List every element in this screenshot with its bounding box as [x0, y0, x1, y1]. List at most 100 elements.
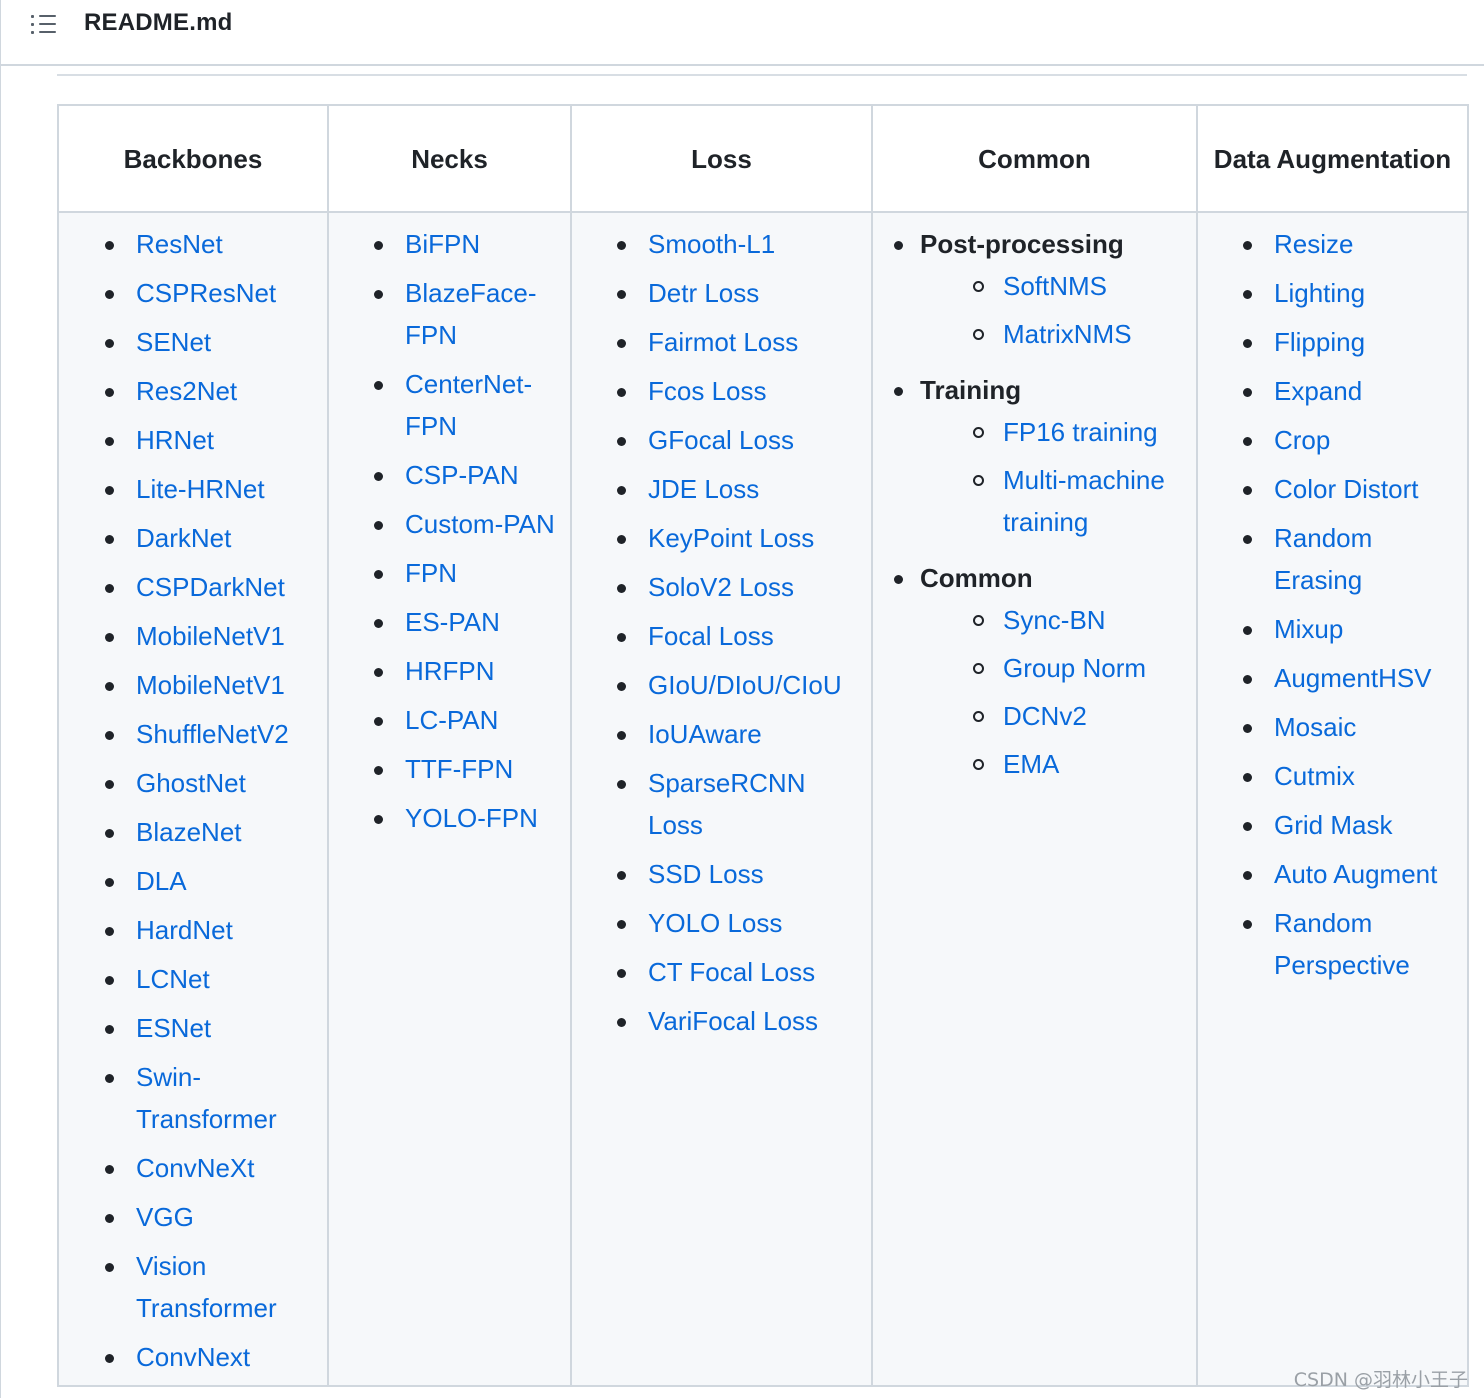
- list-item: SparseRCNN Loss: [572, 762, 871, 846]
- item-link[interactable]: SparseRCNN Loss: [648, 768, 806, 840]
- list-item: Smooth-L1: [572, 223, 871, 265]
- list-item: YOLO Loss: [572, 902, 871, 944]
- item-link[interactable]: Smooth-L1: [648, 229, 775, 259]
- list-item: GIoU/DIoU/CIoU: [572, 664, 871, 706]
- item-link[interactable]: BlazeFace-FPN: [405, 278, 537, 350]
- item-link[interactable]: Custom-PAN: [405, 509, 555, 539]
- item-link[interactable]: Mixup: [1274, 614, 1343, 644]
- item-link[interactable]: CT Focal Loss: [648, 957, 815, 987]
- item-link[interactable]: IoUAware: [648, 719, 762, 749]
- item-link[interactable]: CSPResNet: [136, 278, 276, 308]
- list-item: HardNet: [59, 909, 327, 951]
- item-link[interactable]: DCNv2: [1003, 701, 1087, 731]
- item-link[interactable]: Color Distort: [1274, 474, 1418, 504]
- item-link[interactable]: SoloV2 Loss: [648, 572, 794, 602]
- item-link[interactable]: KeyPoint Loss: [648, 523, 814, 553]
- item-link[interactable]: LCNet: [136, 964, 210, 994]
- item-link[interactable]: ESNet: [136, 1013, 211, 1043]
- item-link[interactable]: DLA: [136, 866, 187, 896]
- list-item: Lighting: [1198, 272, 1467, 314]
- list-item: MobileNetV1: [59, 615, 327, 657]
- list-item: Focal Loss: [572, 615, 871, 657]
- item-link[interactable]: SoftNMS: [1003, 271, 1107, 301]
- item-link[interactable]: GhostNet: [136, 768, 246, 798]
- sub-list: SoftNMS MatrixNMS: [920, 265, 1196, 355]
- item-link[interactable]: MobileNetV1: [136, 670, 285, 700]
- list-item: Expand: [1198, 370, 1467, 412]
- item-link[interactable]: ResNet: [136, 229, 223, 259]
- item-link[interactable]: GFocal Loss: [648, 425, 794, 455]
- item-link[interactable]: HardNet: [136, 915, 233, 945]
- item-link[interactable]: HRFPN: [405, 656, 495, 686]
- item-link[interactable]: Fairmot Loss: [648, 327, 798, 357]
- item-link[interactable]: FP16 training: [1003, 417, 1158, 447]
- list-item: VGG: [59, 1196, 327, 1238]
- item-link[interactable]: FPN: [405, 558, 457, 588]
- list-item: VariFocal Loss: [572, 1000, 871, 1042]
- item-link[interactable]: DarkNet: [136, 523, 231, 553]
- item-link[interactable]: Auto Augment: [1274, 859, 1437, 889]
- item-link[interactable]: Focal Loss: [648, 621, 774, 651]
- item-link[interactable]: Fcos Loss: [648, 376, 767, 406]
- item-link[interactable]: VariFocal Loss: [648, 1006, 818, 1036]
- item-link[interactable]: JDE Loss: [648, 474, 759, 504]
- necks-cell: BiFPN BlazeFace-FPN CenterNet-FPN CSP-PAN Cu…: [327, 211, 572, 1387]
- item-link[interactable]: YOLO Loss: [648, 908, 782, 938]
- item-link[interactable]: YOLO-FPN: [405, 803, 538, 833]
- item-link[interactable]: LC-PAN: [405, 705, 498, 735]
- item-link[interactable]: TTF-FPN: [405, 754, 513, 784]
- item-link[interactable]: Flipping: [1274, 327, 1365, 357]
- item-link[interactable]: Vision Transformer: [136, 1251, 277, 1323]
- item-link[interactable]: Res2Net: [136, 376, 237, 406]
- item-link[interactable]: Lite-HRNet: [136, 474, 265, 504]
- item-link[interactable]: Crop: [1274, 425, 1330, 455]
- item-link[interactable]: ShuffleNetV2: [136, 719, 289, 749]
- item-link[interactable]: ConvNext: [136, 1342, 250, 1372]
- list-item: Mixup: [1198, 608, 1467, 650]
- item-link[interactable]: Cutmix: [1274, 761, 1355, 791]
- item-link[interactable]: EMA: [1003, 749, 1059, 779]
- sub-list-item: Sync-BN: [920, 599, 1196, 641]
- item-link[interactable]: Detr Loss: [648, 278, 759, 308]
- item-link[interactable]: Lighting: [1274, 278, 1365, 308]
- file-header: README.md: [1, 0, 1484, 66]
- sub-list-item: Multi-machine training: [920, 459, 1196, 543]
- header-data-augmentation: Data Augmentation: [1196, 104, 1469, 213]
- list-item: CSPDarkNet: [59, 566, 327, 608]
- item-link[interactable]: CSPDarkNet: [136, 572, 285, 602]
- item-link[interactable]: MatrixNMS: [1003, 319, 1132, 349]
- list-item: KeyPoint Loss: [572, 517, 871, 559]
- item-link[interactable]: Group Norm: [1003, 653, 1146, 683]
- item-link[interactable]: VGG: [136, 1202, 194, 1232]
- item-link[interactable]: BiFPN: [405, 229, 480, 259]
- item-link[interactable]: Expand: [1274, 376, 1362, 406]
- group-label: Post-processing: [920, 229, 1124, 259]
- common-group: Common Sync-BN Group Norm DCNv2 EMA: [873, 557, 1196, 785]
- item-link[interactable]: Sync-BN: [1003, 605, 1106, 635]
- item-link[interactable]: Mosaic: [1274, 712, 1356, 742]
- item-link[interactable]: Grid Mask: [1274, 810, 1392, 840]
- item-link[interactable]: Multi-machine training: [1003, 465, 1165, 537]
- item-link[interactable]: MobileNetV1: [136, 621, 285, 651]
- item-link[interactable]: Swin-Transformer: [136, 1062, 277, 1134]
- item-link[interactable]: SENet: [136, 327, 211, 357]
- item-link[interactable]: GIoU/DIoU/CIoU: [648, 670, 842, 700]
- item-link[interactable]: ES-PAN: [405, 607, 500, 637]
- list-item: IoUAware: [572, 713, 871, 755]
- item-link[interactable]: Resize: [1274, 229, 1353, 259]
- list-item: SENet: [59, 321, 327, 363]
- item-link[interactable]: HRNet: [136, 425, 214, 455]
- item-link[interactable]: AugmentHSV: [1274, 663, 1432, 693]
- readme-viewer: README.md Backbones Necks Loss Common Da…: [0, 0, 1484, 1398]
- item-link[interactable]: Random Erasing: [1274, 523, 1372, 595]
- item-link[interactable]: ConvNeXt: [136, 1153, 255, 1183]
- common-cell: Post-processing SoftNMS MatrixNMS Training F…: [871, 211, 1198, 1387]
- item-link[interactable]: SSD Loss: [648, 859, 764, 889]
- features-table: Backbones Necks Loss Common Data Augment…: [57, 104, 1469, 1387]
- item-link[interactable]: CenterNet-FPN: [405, 369, 532, 441]
- item-link[interactable]: CSP-PAN: [405, 460, 519, 490]
- list-item: ShuffleNetV2: [59, 713, 327, 755]
- item-link[interactable]: BlazeNet: [136, 817, 242, 847]
- list-unordered-icon[interactable]: [31, 12, 57, 36]
- item-link[interactable]: Random Perspective: [1274, 908, 1410, 980]
